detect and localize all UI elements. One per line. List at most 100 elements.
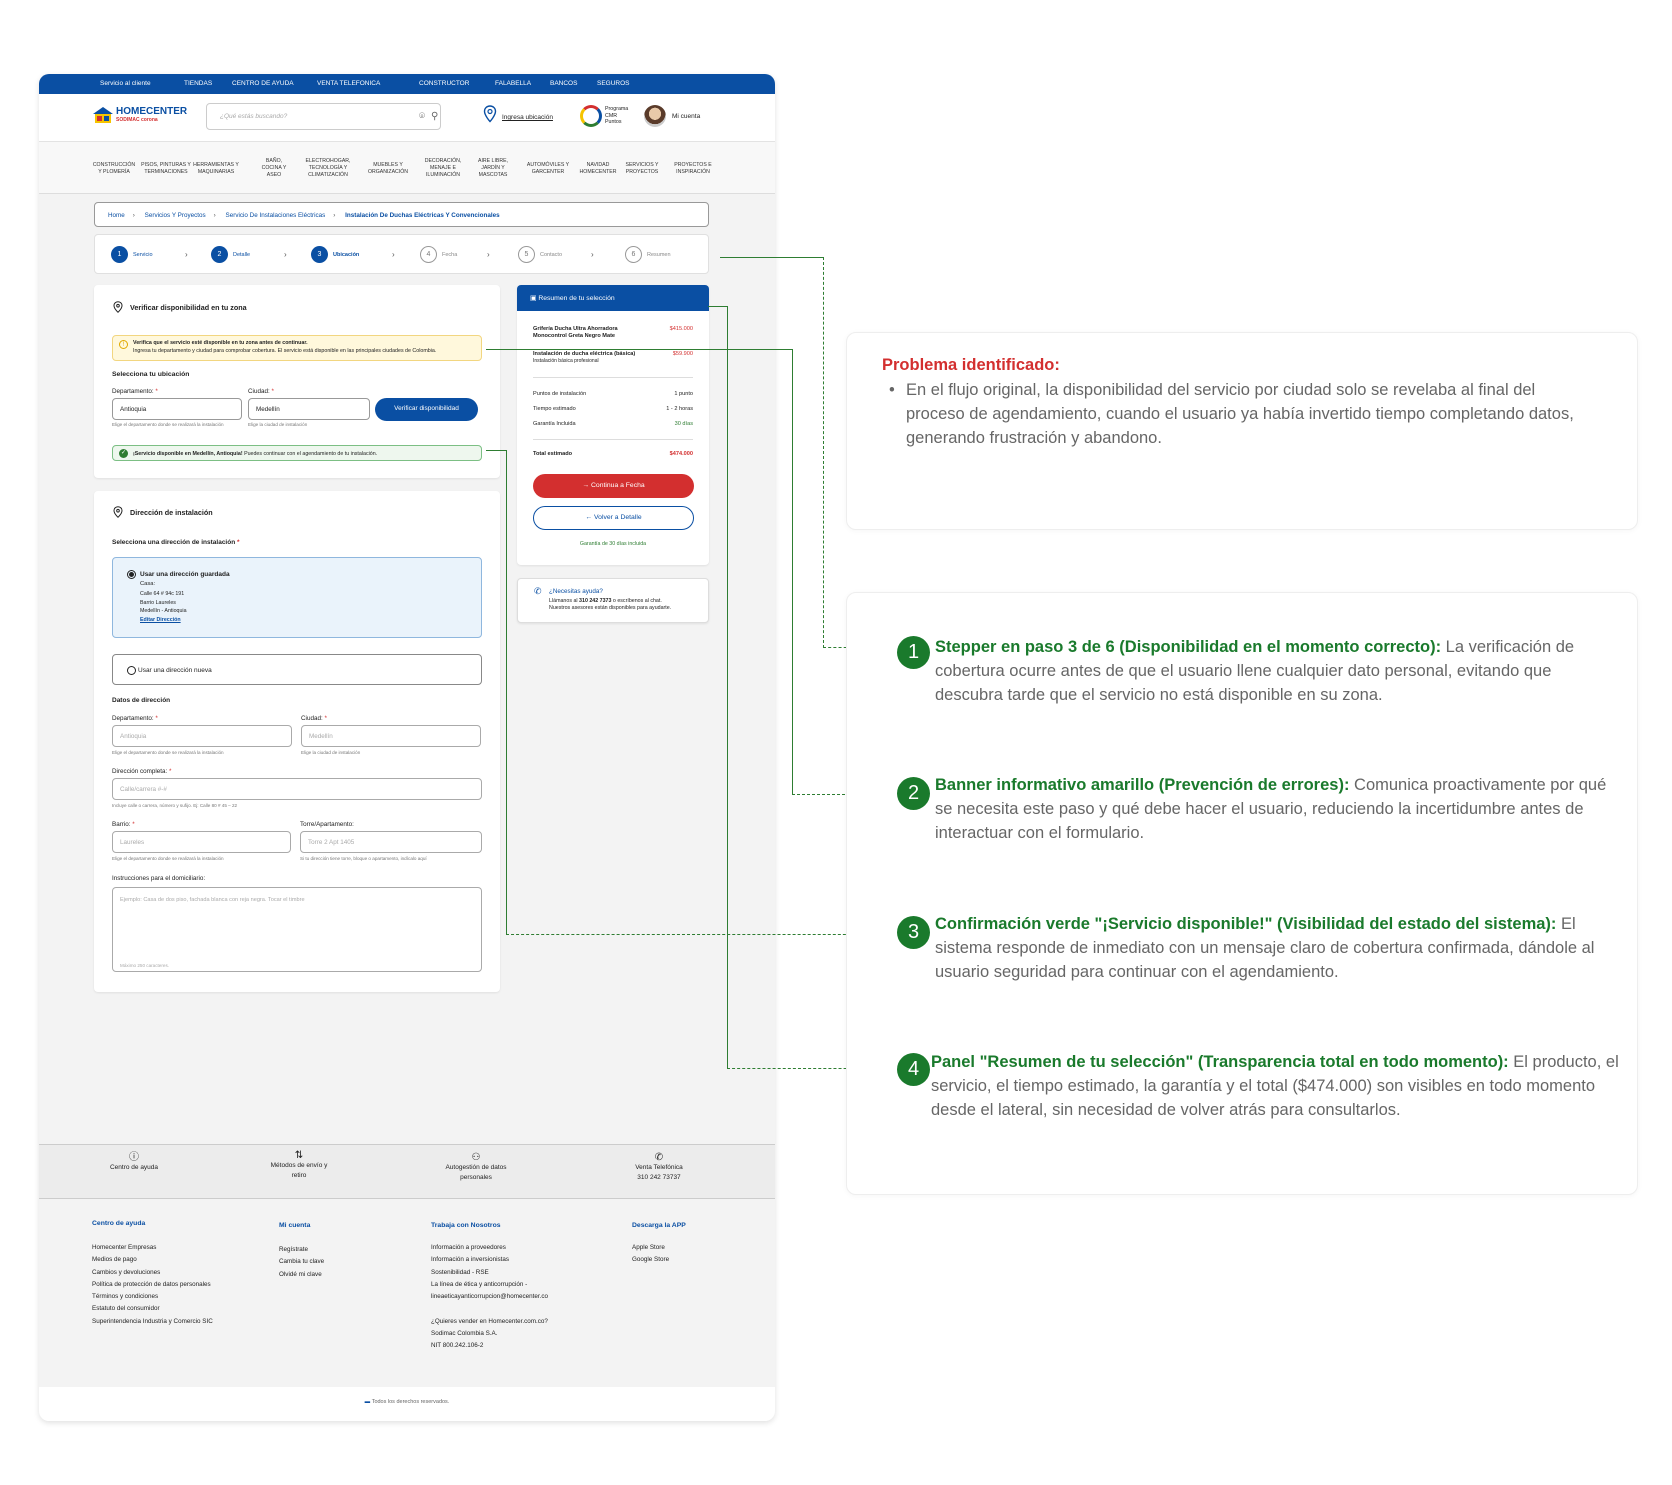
top-bar: Servicio al cliente TIENDAS CENTRO DE AY… (39, 74, 775, 94)
location-pin-icon[interactable] (483, 105, 497, 123)
instructions-label: Instrucciones para el domiciliario: (112, 875, 206, 882)
footer-link[interactable]: Política de protección de datos personal… (92, 1279, 213, 1291)
step-detalle[interactable]: 2 Detalle (211, 246, 250, 263)
footer-col-title[interactable]: Centro de ayuda (92, 1220, 145, 1227)
footer-link[interactable]: lineaeticayanticorrupcion@homecenter.co (431, 1291, 548, 1303)
logo-text: HOMECENTER (116, 106, 188, 117)
torre-input[interactable]: Torre 2 Apt 1405 (300, 831, 482, 853)
footer-link[interactable]: Sostenibilidad - RSE (431, 1267, 548, 1279)
search-icon[interactable]: ⚲ (431, 111, 438, 122)
search-input[interactable]: ¿Qué estás buscando? ⌾ ⚲ (206, 103, 441, 130)
category-item[interactable]: SERVICIOS Y PROYECTOS (626, 162, 659, 176)
footer-link[interactable]: Términos y condiciones (92, 1291, 213, 1303)
addr-city-help: Elige la ciudad de instalación (301, 750, 361, 755)
phone-sales-feature[interactable]: ✆ Venta Telefónica 310 242 73737 (635, 1153, 683, 1183)
saved-address-option[interactable]: Usar una dirección guardada Casa: Calle … (112, 557, 482, 638)
category-item[interactable]: DECORACIÓN, MENAJE E ILUMINACIÓN (425, 158, 462, 179)
full-address-input[interactable]: Calle/carrera #-# (112, 778, 482, 800)
addr-city-input[interactable]: Medellín (301, 725, 481, 747)
footer-link[interactable]: Información a inversionistas (431, 1254, 548, 1266)
footer-link[interactable]: Regístrate (279, 1244, 324, 1256)
verify-availability-button[interactable]: Verificar disponibilidad (375, 398, 478, 421)
barrio-help: Elige el departamento donde se realizará… (112, 856, 224, 861)
radio-selected[interactable] (127, 570, 136, 579)
category-item[interactable]: AUTOMÓVILES Y GARCENTER (527, 162, 569, 176)
footer-link[interactable] (431, 1303, 548, 1315)
footer-link[interactable]: Estatuto del consumidor (92, 1303, 213, 1315)
addr-dept-help: Elige el departamento donde se realizará… (112, 750, 224, 755)
footer-col-title[interactable]: Mi cuenta (279, 1222, 310, 1229)
topbar-link[interactable]: BANCOS (550, 80, 577, 87)
topbar-link[interactable]: Servicio al cliente (100, 80, 151, 87)
category-item[interactable]: HERRAMIENTAS Y MAQUINARIAS (193, 162, 239, 176)
location-link[interactable]: Ingresa ubicación (502, 114, 553, 121)
account-link[interactable]: Mi cuenta (672, 113, 700, 120)
footer-link[interactable]: Información a proveedores (431, 1242, 548, 1254)
app-frame: Servicio al cliente TIENDAS CENTRO DE AY… (39, 74, 775, 1421)
footer-link[interactable]: Medios de pago (92, 1254, 213, 1266)
topbar-link[interactable]: TIENDAS (184, 80, 212, 87)
city-select[interactable]: Medellín (248, 398, 370, 420)
breadcrumb-home[interactable]: Home (108, 212, 125, 219)
footer-link[interactable]: Superintendencia Industria y Comercio SI… (92, 1316, 213, 1328)
breadcrumb-servicios[interactable]: Servicios Y Proyectos (145, 212, 206, 219)
step-servicio[interactable]: 1 Servicio (111, 246, 153, 263)
footer-col-title[interactable]: Trabaja con Nosotros (431, 1222, 501, 1229)
footer-link[interactable]: NIT 800.242.106-2 (431, 1340, 548, 1352)
new-address-option[interactable]: Usar una dirección nueva (112, 654, 482, 685)
topbar-link[interactable]: CONSTRUCTOR (419, 80, 469, 87)
phone-icon: ✆ (534, 586, 542, 596)
category-item[interactable]: PROYECTOS E INSPIRACIÓN (674, 162, 711, 176)
homecenter-logo[interactable]: HOMECENTER SODIMAC corona (93, 107, 187, 123)
full-address-label: Dirección completa: * (112, 768, 172, 775)
category-item[interactable]: NAVIDAD HOMECENTER (580, 162, 617, 176)
back-detalle-button[interactable]: ← Volver a Detalle (533, 506, 694, 530)
location-pin-icon (113, 506, 123, 518)
edit-address-link[interactable]: Editar Dirección (140, 617, 181, 623)
footer-col-title[interactable]: Descarga la APP (632, 1222, 686, 1229)
topbar-link[interactable]: VENTA TELEFONICA (317, 80, 380, 87)
category-item[interactable]: CONSTRUCCIÓN Y PLOMERÍA (93, 162, 135, 176)
category-item[interactable]: MUEBLES Y ORGANIZACIÓN (368, 162, 408, 176)
category-item[interactable]: BAÑO, COCINA Y ASEO (262, 158, 287, 179)
chevron-right-icon: › (487, 250, 490, 259)
topbar-link[interactable]: SEGUROS (597, 80, 630, 87)
dept-select[interactable]: Antioquia (112, 398, 242, 420)
category-item[interactable]: ELECTROHOGAR, TECNOLOGÍA Y CLIMATIZACIÓN (306, 158, 351, 179)
footer-col-links: Homecenter Empresas Medios de pago Cambios… (92, 1242, 213, 1328)
footer-link[interactable]: Cambios y devoluciones (92, 1267, 213, 1279)
self-service-feature[interactable]: ⚇ Autogestión de datos personales (445, 1153, 506, 1183)
footer-link[interactable]: Apple Store (632, 1242, 669, 1254)
avatar[interactable] (644, 105, 666, 127)
barrio-input[interactable]: Laureles (112, 831, 291, 853)
category-item[interactable]: PISOS, PINTURAS Y TERMINACIONES (141, 162, 191, 176)
breadcrumb-current: Instalación De Duchas Eléctricas Y Conve… (345, 212, 500, 219)
point-number: 3 (897, 916, 930, 949)
cmr-points[interactable]: Programa CMR Puntos (605, 106, 628, 126)
help-title: ¿Necesitas ayuda? (549, 588, 603, 595)
shipping-feature[interactable]: ⇅ Métodos de envío y retiro (271, 1151, 328, 1181)
footer-link[interactable]: Sodimac Colombia S.A. (431, 1328, 548, 1340)
topbar-link[interactable]: FALABELLA (495, 80, 531, 87)
question-icon: ⓘ (129, 1152, 139, 1163)
category-item[interactable]: AIRE LIBRE, JARDÍN Y MASCOTAS (478, 158, 508, 179)
radio-unselected[interactable] (127, 666, 136, 675)
topbar-link[interactable]: CENTRO DE AYUDA (232, 80, 294, 87)
continue-fecha-button[interactable]: → Continua a Fecha (533, 474, 694, 498)
breadcrumb-instalaciones[interactable]: Servicio De Instalaciones Eléctricas (226, 212, 326, 219)
help-center-feature[interactable]: ⓘ Centro de ayuda (110, 1153, 158, 1173)
footer-link[interactable]: ¿Quieres vender en Homecenter.com.co? (431, 1316, 548, 1328)
sodimac-mini-logo: ▬ (364, 1399, 372, 1405)
footer-link[interactable]: Olvidé mi clave (279, 1269, 324, 1281)
addr-dept-input[interactable]: Antioquia (112, 725, 292, 747)
footer-link[interactable]: Cambia tu clave (279, 1256, 324, 1268)
camera-icon[interactable]: ⌾ (419, 111, 425, 122)
cmr-icon[interactable] (580, 105, 602, 127)
instructions-textarea[interactable]: Ejemplo: Casa de dos piso, fachada blanc… (112, 887, 482, 972)
step-ubicacion[interactable]: 3 Ubicación (311, 246, 359, 263)
footer-link[interactable]: Google Store (632, 1254, 669, 1266)
dept-help: Elige el departamento donde se realizará… (112, 422, 224, 427)
footer-link[interactable]: Homecenter Empresas (92, 1242, 213, 1254)
footer-link[interactable]: La línea de ética y anticorrupción - (431, 1279, 548, 1291)
address-data-title: Datos de dirección (112, 697, 171, 704)
